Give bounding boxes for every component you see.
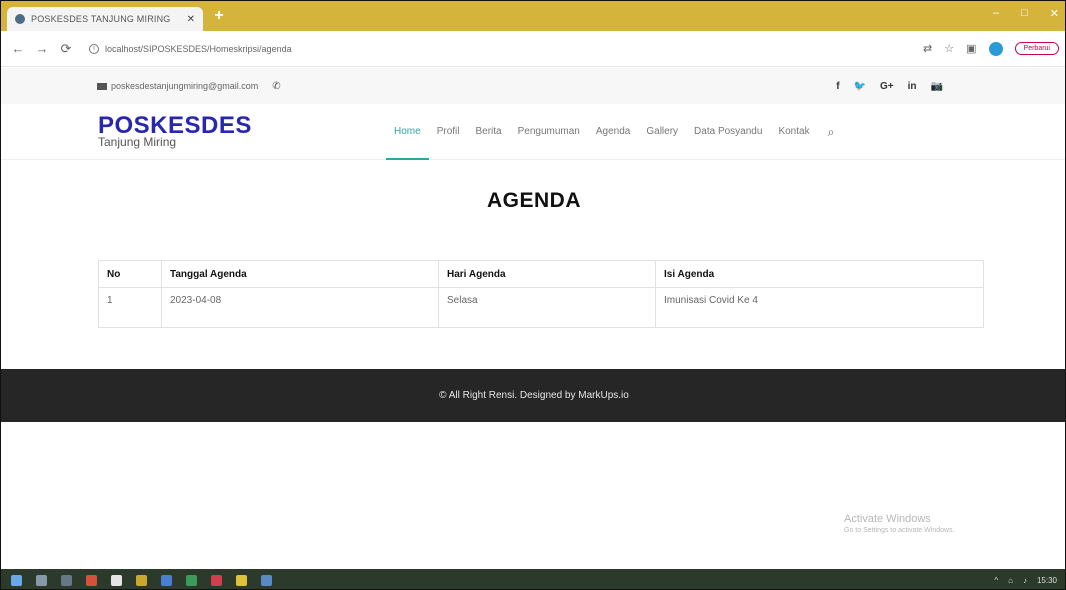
phone-icon: ✆ bbox=[272, 80, 281, 92]
sidebar-icon[interactable]: ▣ bbox=[966, 42, 976, 55]
google-plus-icon[interactable]: G+ bbox=[880, 81, 894, 92]
nav-gallery[interactable]: Gallery bbox=[638, 104, 686, 160]
profile-avatar[interactable] bbox=[988, 41, 1003, 56]
info-icon[interactable]: i bbox=[89, 43, 99, 54]
contact-email[interactable]: poskesdestanjungmiring@gmail.com bbox=[111, 81, 258, 91]
maximize-button[interactable]: □ bbox=[1021, 7, 1028, 20]
page-title: AGENDA bbox=[486, 189, 581, 212]
social-links: f 🐦 G+ in 📷 bbox=[836, 81, 943, 92]
column-header-isi: Isi Agenda bbox=[655, 260, 984, 288]
site-topbar: poskesdestanjungmiring@gmail.com ✆ f 🐦 G… bbox=[1, 68, 1065, 104]
column-header-no: No bbox=[98, 260, 162, 288]
app-icon[interactable] bbox=[161, 574, 172, 586]
cell-no: 1 bbox=[98, 287, 162, 328]
star-icon[interactable]: ☆ bbox=[944, 42, 954, 55]
nav-home[interactable]: Home bbox=[386, 104, 429, 160]
column-header-tanggal: Tanggal Agenda bbox=[161, 260, 439, 288]
main-nav: Home Profil Berita Pengumuman Agenda Gal… bbox=[386, 104, 844, 160]
app-icon[interactable] bbox=[136, 574, 147, 586]
cell-tanggal: 2023-04-08 bbox=[161, 287, 439, 328]
twitter-icon[interactable]: 🐦 bbox=[854, 81, 866, 92]
app-icon[interactable] bbox=[111, 574, 122, 586]
close-window-button[interactable]: ✕ bbox=[1050, 7, 1059, 20]
browser-title-bar: POSKESDES TANJUNG MIRING ✕ + – □ ✕ bbox=[1, 1, 1065, 31]
table-header-row: No Tanggal Agenda Hari Agenda Isi Agenda bbox=[98, 260, 984, 288]
facebook-icon[interactable]: f bbox=[836, 81, 839, 92]
reload-icon[interactable]: ⟳ bbox=[57, 41, 75, 57]
nav-kontak[interactable]: Kontak bbox=[770, 104, 817, 160]
volume-icon[interactable]: ♪ bbox=[1023, 576, 1027, 585]
site-footer: © All Right Rensi. Designed by MarkUps.i… bbox=[1, 369, 1065, 422]
update-button[interactable]: Perbarui bbox=[1014, 42, 1059, 55]
nav-data-posyandu[interactable]: Data Posyandu bbox=[686, 104, 770, 160]
system-tray: ^ ⌂ ♪ 15:30 bbox=[994, 576, 1057, 585]
nav-berita[interactable]: Berita bbox=[467, 104, 509, 160]
app-icon[interactable] bbox=[86, 574, 97, 586]
app-icon[interactable] bbox=[186, 574, 197, 586]
site-logo[interactable]: POSKESDES Tanjung Miring bbox=[98, 114, 252, 149]
app-icon[interactable] bbox=[211, 574, 222, 586]
chevron-up-icon[interactable]: ^ bbox=[994, 576, 998, 585]
table-row: 1 2023-04-08 Selasa Imunisasi Covid Ke 4 bbox=[98, 287, 984, 328]
watermark-title: Activate Windows bbox=[844, 513, 931, 525]
minimize-button[interactable]: – bbox=[993, 7, 999, 20]
app-icon[interactable] bbox=[261, 574, 272, 586]
nav-agenda[interactable]: Agenda bbox=[588, 104, 638, 160]
translate-icon[interactable]: ⇄ bbox=[923, 42, 932, 55]
browser-actions: ⇄ ☆ ▣ Perbarui bbox=[923, 41, 1059, 56]
activation-watermark: Activate Windows Go to Settings to activ… bbox=[844, 513, 955, 534]
app-icon[interactable] bbox=[236, 574, 247, 586]
footer-text: © All Right Rensi. Designed by MarkUps.i… bbox=[439, 390, 629, 401]
taskbar: ^ ⌂ ♪ 15:30 bbox=[1, 569, 1065, 589]
address-bar: ← → ⟳ i localhost/SIPOSKESDES/Homeskrips… bbox=[1, 31, 1065, 67]
column-header-hari: Hari Agenda bbox=[438, 260, 656, 288]
watermark-subtitle: Go to Settings to activate Windows. bbox=[844, 527, 955, 534]
site-header: POSKESDES Tanjung Miring Home Profil Ber… bbox=[1, 104, 1065, 160]
cell-hari: Selasa bbox=[438, 287, 656, 328]
instagram-icon[interactable]: 📷 bbox=[931, 81, 943, 92]
nav-profil[interactable]: Profil bbox=[429, 104, 468, 160]
browser-tab[interactable]: POSKESDES TANJUNG MIRING ✕ bbox=[7, 7, 203, 31]
new-tab-button[interactable]: + bbox=[211, 8, 227, 24]
agenda-table: No Tanggal Agenda Hari Agenda Isi Agenda… bbox=[98, 260, 984, 328]
forward-icon[interactable]: → bbox=[33, 41, 51, 56]
cell-isi: Imunisasi Covid Ke 4 bbox=[655, 287, 984, 328]
task-view-icon[interactable] bbox=[61, 574, 72, 586]
network-icon[interactable]: ⌂ bbox=[1008, 576, 1013, 585]
search-icon[interactable]: ⌕ bbox=[818, 104, 845, 160]
clock[interactable]: 15:30 bbox=[1037, 576, 1057, 585]
screen: POSKESDES TANJUNG MIRING ✕ + – □ ✕ ← → ⟳… bbox=[0, 0, 1066, 590]
windows-start-icon[interactable] bbox=[11, 574, 22, 586]
search-taskbar-icon[interactable] bbox=[36, 574, 47, 586]
nav-pengumuman[interactable]: Pengumuman bbox=[510, 104, 588, 160]
globe-icon bbox=[15, 14, 25, 24]
url-text[interactable]: localhost/SIPOSKESDES/Homeskripsi/agenda bbox=[105, 44, 292, 54]
mail-icon bbox=[97, 82, 107, 90]
tab-title: POSKESDES TANJUNG MIRING bbox=[31, 14, 171, 24]
window-controls: – □ ✕ bbox=[993, 7, 1059, 20]
close-tab-icon[interactable]: ✕ bbox=[187, 14, 195, 25]
url-field[interactable]: i localhost/SIPOSKESDES/Homeskripsi/agen… bbox=[89, 43, 923, 54]
back-icon[interactable]: ← bbox=[9, 41, 27, 56]
linkedin-icon[interactable]: in bbox=[908, 81, 917, 92]
